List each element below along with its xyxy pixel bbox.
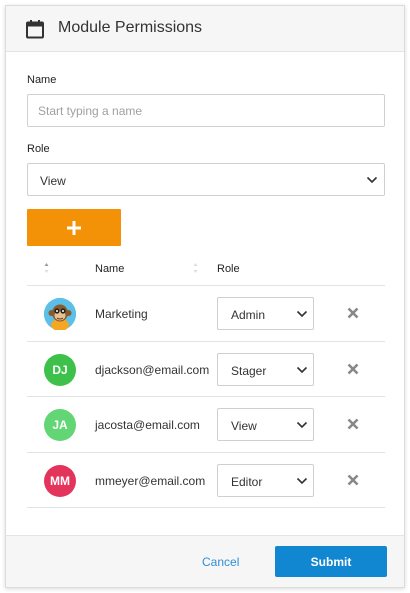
name-input[interactable] bbox=[27, 94, 385, 127]
modal-header: Module Permissions bbox=[6, 6, 404, 52]
submit-button[interactable]: Submit bbox=[275, 546, 387, 577]
row-role-select[interactable]: View bbox=[217, 408, 314, 441]
table-row: MM mmeyer@email.com Editor bbox=[27, 452, 385, 508]
remove-icon[interactable] bbox=[347, 307, 359, 319]
row-name: jacosta@email.com bbox=[95, 418, 200, 432]
avatar-initials: MM bbox=[44, 465, 76, 497]
table-row: JA jacosta@email.com View bbox=[27, 396, 385, 452]
table-row: Marketing Admin bbox=[27, 285, 385, 341]
column-header-role: Role bbox=[217, 263, 240, 275]
cancel-button[interactable]: Cancel bbox=[202, 555, 239, 569]
row-role-value: Admin bbox=[231, 308, 266, 322]
row-role-value: Stager bbox=[231, 364, 267, 378]
row-role-select[interactable]: Stager bbox=[217, 353, 314, 386]
remove-icon[interactable] bbox=[347, 363, 359, 375]
row-name: Marketing bbox=[95, 307, 148, 321]
name-label: Name bbox=[27, 74, 57, 86]
permissions-modal: Module Permissions Name Role View Name R… bbox=[5, 5, 405, 588]
row-role-value: Editor bbox=[231, 475, 263, 489]
column-header-name[interactable]: Name bbox=[95, 263, 124, 275]
sort-icon[interactable] bbox=[44, 261, 49, 275]
row-name: mmeyer@email.com bbox=[95, 474, 206, 488]
add-permission-button[interactable] bbox=[27, 209, 121, 246]
chevron-down-icon bbox=[296, 366, 308, 374]
table-bottom-divider bbox=[27, 507, 385, 508]
avatar-initials: DJ bbox=[44, 354, 76, 386]
row-name: djackson@email.com bbox=[95, 363, 210, 377]
modal-footer: Cancel Submit bbox=[6, 535, 404, 587]
table-row: DJ djackson@email.com Stager bbox=[27, 341, 385, 397]
role-label: Role bbox=[27, 143, 50, 155]
modal-title: Module Permissions bbox=[58, 19, 203, 36]
row-role-value: View bbox=[231, 419, 257, 433]
sort-icon[interactable] bbox=[193, 261, 198, 275]
plus-icon bbox=[67, 221, 81, 235]
calendar-icon bbox=[26, 20, 44, 39]
chevron-down-icon bbox=[296, 421, 308, 429]
avatar-marketing bbox=[44, 298, 76, 331]
row-role-select[interactable]: Editor bbox=[217, 464, 314, 497]
avatar-initials: JA bbox=[44, 409, 76, 441]
role-select[interactable]: View bbox=[27, 163, 385, 196]
role-select-value: View bbox=[40, 174, 66, 188]
monkey-avatar-icon bbox=[44, 298, 76, 331]
chevron-down-icon bbox=[366, 176, 378, 184]
row-role-select[interactable]: Admin bbox=[217, 297, 314, 330]
remove-icon[interactable] bbox=[347, 474, 359, 486]
chevron-down-icon bbox=[296, 310, 308, 318]
remove-icon[interactable] bbox=[347, 418, 359, 430]
chevron-down-icon bbox=[296, 477, 308, 485]
